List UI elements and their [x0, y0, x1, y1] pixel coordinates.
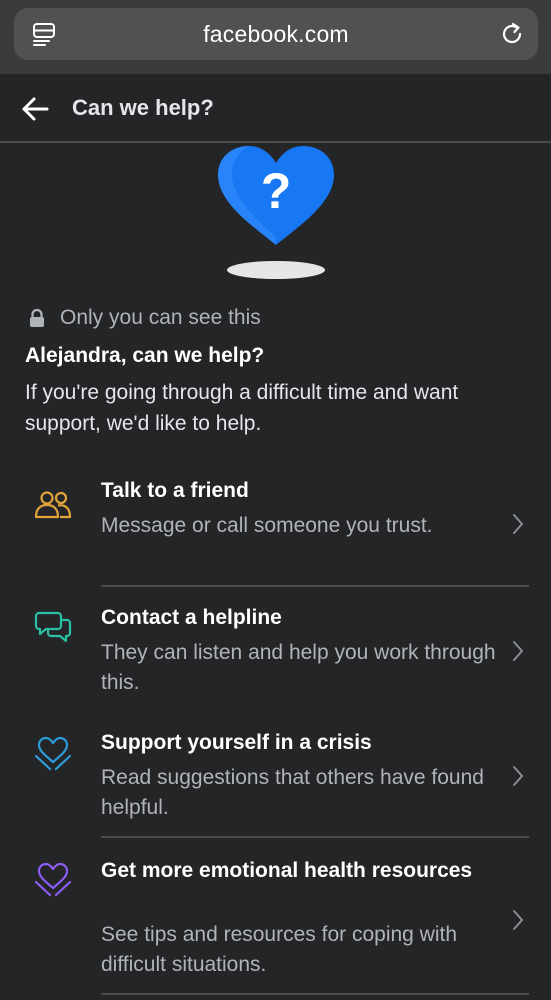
- option-title: Talk to a friend: [101, 479, 249, 502]
- option-description: Message or call someone you trust.: [101, 514, 433, 537]
- option-description: See tips and resources for coping with d…: [101, 923, 458, 976]
- back-arrow-icon[interactable]: [20, 94, 50, 124]
- help-options-list: Talk to a friend Message or call someone…: [24, 460, 529, 995]
- chevron-right-icon: [513, 910, 523, 930]
- intro-text: If you're going through a difficult time…: [25, 381, 459, 435]
- divider: [101, 993, 529, 995]
- url-text[interactable]: facebook.com: [14, 8, 538, 60]
- chevron-right-icon: [513, 641, 523, 661]
- option-emotional-health-resources[interactable]: Get more emotional health resources See …: [24, 838, 529, 995]
- chevron-right-icon: [513, 514, 523, 534]
- heart-question-icon: ?: [218, 146, 334, 279]
- privacy-text: Only you can see this: [60, 306, 261, 329]
- option-description: They can listen and help you work throug…: [101, 641, 496, 694]
- option-description: Read suggestions that others have found …: [101, 766, 484, 819]
- option-title: Support yourself in a crisis: [101, 731, 372, 754]
- privacy-note: Only you can see this: [28, 301, 261, 335]
- heart-hands-icon: [34, 736, 72, 771]
- page-title: Can we help?: [72, 95, 214, 120]
- option-support-yourself[interactable]: Support yourself in a crisis Read sugges…: [24, 712, 529, 838]
- browser-toolbar: facebook.com: [0, 0, 551, 74]
- option-title: Contact a helpline: [101, 606, 282, 629]
- heart-hands-icon: [34, 862, 72, 897]
- lock-icon: [30, 308, 44, 327]
- address-bar[interactable]: facebook.com: [14, 8, 538, 60]
- reload-icon[interactable]: [499, 21, 525, 47]
- page-header: Can we help?: [0, 74, 551, 143]
- option-talk-to-friend[interactable]: Talk to a friend Message or call someone…: [24, 460, 529, 587]
- people-icon: [34, 491, 72, 519]
- option-title: Get more emotional health resources: [101, 859, 473, 882]
- svg-text:?: ?: [261, 163, 292, 219]
- option-contact-helpline[interactable]: Contact a helpline They can listen and h…: [24, 587, 529, 712]
- greeting-heading: Alejandra, can we help?: [25, 344, 265, 367]
- chevron-right-icon: [513, 766, 523, 786]
- chat-bubbles-icon: [34, 611, 72, 643]
